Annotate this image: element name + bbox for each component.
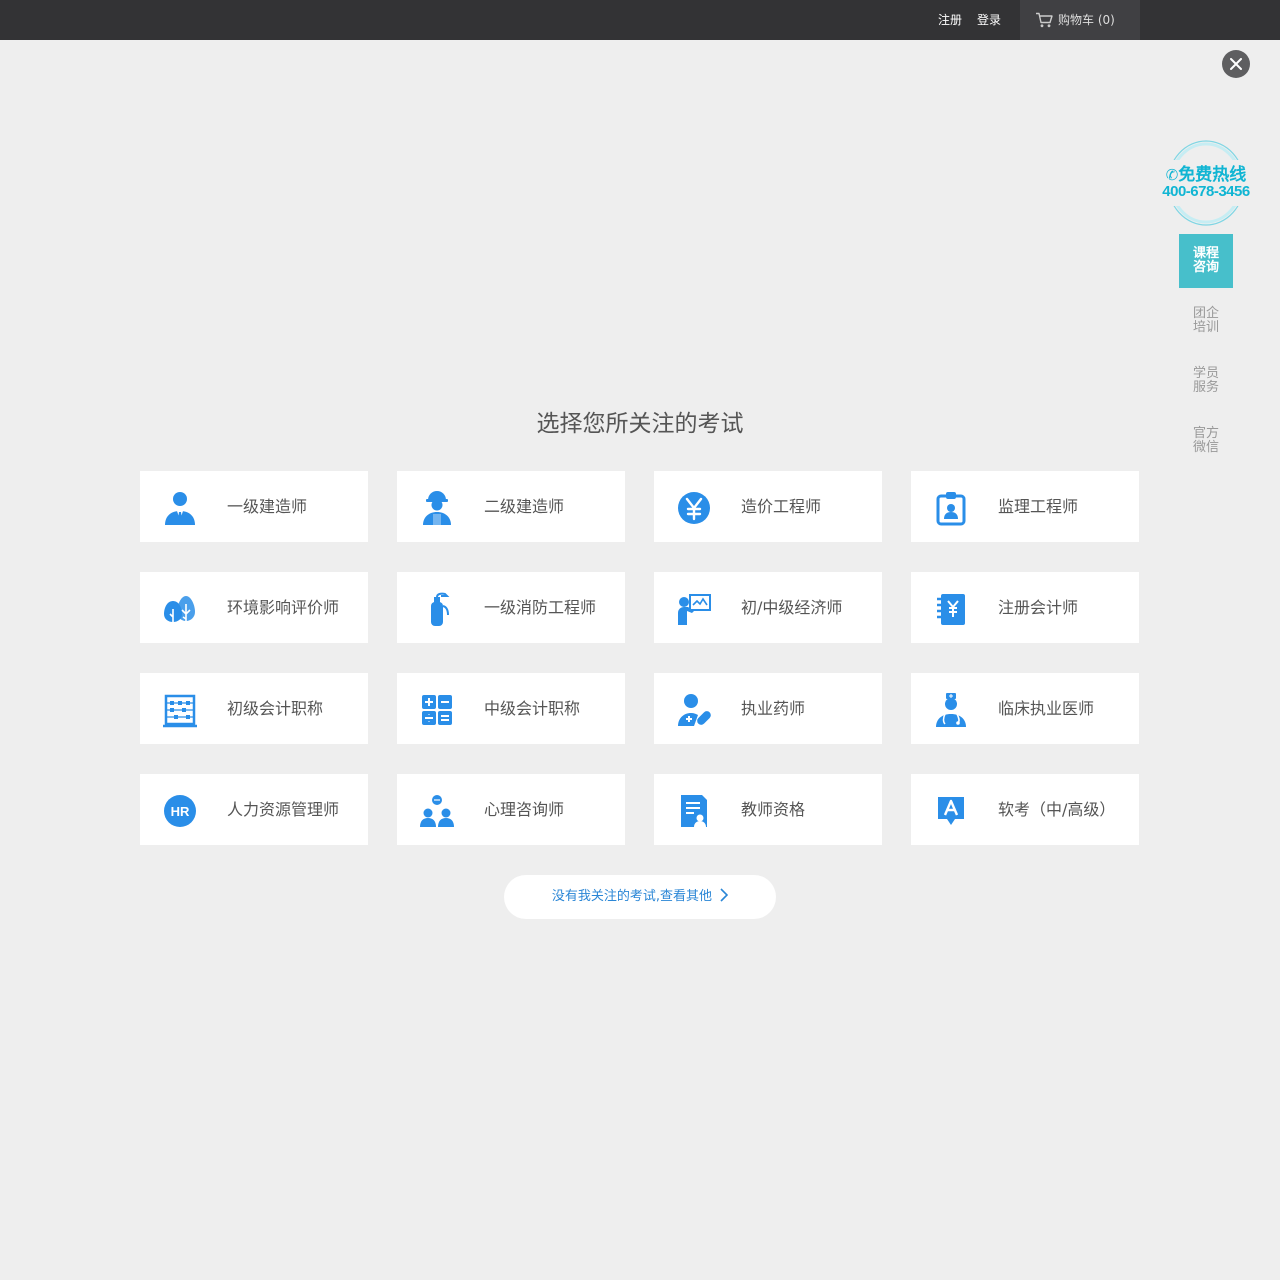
exam-card-label: 临床执业医师 [998,699,1095,718]
register-link[interactable]: 注册 [938,0,962,40]
exam-card-label: 中级会计职称 [484,699,581,718]
exam-card-label: 人力资源管理师 [227,800,340,819]
exam-card[interactable]: 初级会计职称 [140,673,368,744]
counseling-people-icon [419,793,455,829]
hotline-title: ✆免费热线 [1165,165,1247,185]
exam-card[interactable]: 临床执业医师 [911,673,1139,744]
login-link[interactable]: 登录 [977,0,1001,40]
exam-card[interactable]: 一级建造师 [140,471,368,542]
side-item-2[interactable]: 学员 服务 [1179,354,1233,408]
yen-ledger-icon [933,591,969,627]
hr-badge-icon: HR [162,793,198,829]
exam-card-label: 二级建造师 [484,497,565,516]
hotline-number: 400-678-3456 [1162,183,1250,200]
exam-card-label: 造价工程师 [741,497,822,516]
engineer-person-icon [162,490,198,526]
cart-button[interactable]: 购物车 (0) [1020,0,1140,40]
exam-card[interactable]: 执业药师 [654,673,882,744]
exam-card[interactable]: 中级会计职称 [397,673,625,744]
exam-card[interactable]: 教师资格 [654,774,882,845]
exam-card-label: 监理工程师 [998,497,1079,516]
presenter-chart-icon [676,591,712,627]
exam-card[interactable]: 造价工程师 [654,471,882,542]
hardhat-worker-icon [419,490,455,526]
exam-card[interactable]: 注册会计师 [911,572,1139,643]
side-item-0[interactable]: 课程 咨询 [1179,234,1233,288]
cart-icon [1036,12,1053,28]
id-badge-icon [933,490,969,526]
side-item-label: 服务 [1192,380,1219,395]
side-item-label: 培训 [1192,320,1219,335]
doctor-icon [933,692,969,728]
exam-card-label: 心理咨询师 [484,800,565,819]
pharmacist-pill-icon [676,692,712,728]
exam-card[interactable]: 环境影响评价师 [140,572,368,643]
exam-card-label: 初/中级经济师 [741,598,843,617]
top-bar: 注册 登录 购物车 (0) [0,0,1280,40]
exam-card-label: 一级消防工程师 [484,598,597,617]
exam-card-label: 一级建造师 [227,497,308,516]
exam-card-label: 教师资格 [741,800,806,819]
cart-label: 购物车 (0) [1058,13,1115,27]
page-title: 选择您所关注的考试 [536,411,744,437]
exam-card-label: 注册会计师 [998,598,1079,617]
side-item-label: 学员 [1192,366,1219,381]
phone-icon: ✆ [1165,166,1179,184]
trees-icon [162,591,198,627]
exam-card[interactable]: 二级建造师 [397,471,625,542]
yen-coin-icon [676,490,712,526]
side-item-1[interactable]: 团企 培训 [1179,294,1233,348]
side-item-label: 团企 [1192,306,1219,321]
teacher-certificate-icon [676,793,712,829]
svg-text:HR: HR [171,804,190,819]
exam-card[interactable]: 软考（中/高级） [911,774,1139,845]
side-item-label: 微信 [1192,440,1219,455]
view-other-exams-button[interactable]: 没有我关注的考试,查看其他 [504,875,776,919]
abacus-icon [162,692,198,728]
exam-card[interactable]: 初/中级经济师 [654,572,882,643]
close-icon [1230,58,1242,70]
letter-a-chat-icon [933,793,969,829]
cart-count: (0) [1097,13,1115,27]
exam-card[interactable]: 心理咨询师 [397,774,625,845]
exam-card-label: 初级会计职称 [227,699,324,718]
exam-card-label: 环境影响评价师 [227,598,340,617]
exam-card-label: 执业药师 [741,699,806,718]
chevron-right-icon [720,888,729,902]
close-button[interactable] [1222,50,1250,78]
exam-grid: 一级建造师 二级建造师 造价工程师 监理工程师环境影响评价师 一级消防工程师 初/中级经济… [140,471,1139,845]
calculator-icon [419,692,455,728]
exam-card[interactable]: HR 人力资源管理师 [140,774,368,845]
fire-extinguisher-icon [419,591,455,627]
hotline-badge[interactable]: ✆免费热线 400-678-3456 [1160,140,1252,226]
exam-card[interactable]: 一级消防工程师 [397,572,625,643]
exam-card-label: 软考（中/高级） [998,800,1116,819]
side-item-label: 咨询 [1192,260,1219,275]
side-item-label: 课程 [1192,246,1219,261]
exam-card[interactable]: 监理工程师 [911,471,1139,542]
